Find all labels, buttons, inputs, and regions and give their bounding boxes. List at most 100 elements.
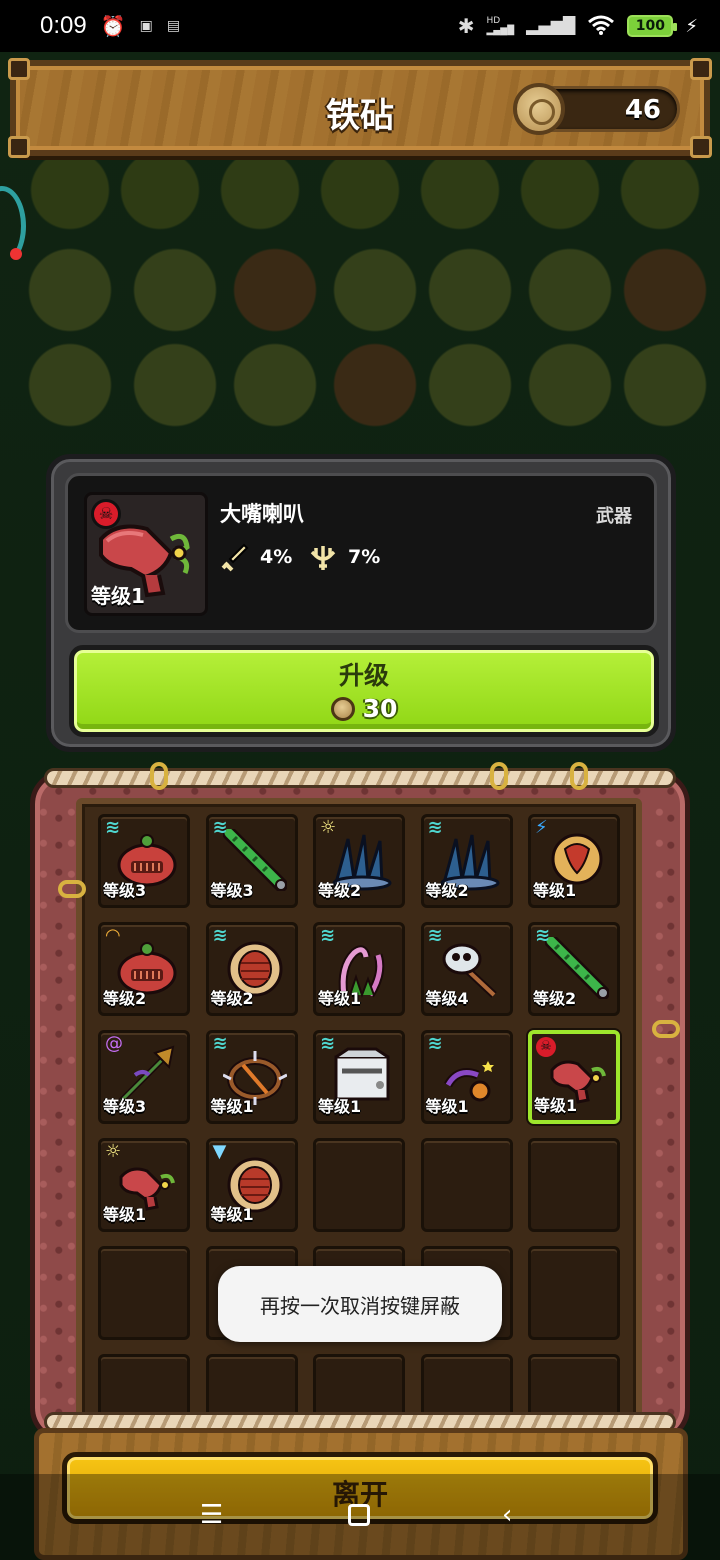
- attack-stat: 4%: [220, 542, 292, 572]
- slot-level: 等级1: [210, 1205, 254, 1224]
- inventory-slot[interactable]: ⚡ 等级1: [528, 814, 620, 908]
- ring-icon: [58, 880, 86, 898]
- nail-icon: [690, 58, 712, 80]
- slot-level: 等级1: [533, 881, 577, 900]
- ring-icon: [150, 762, 168, 790]
- upgrade-button[interactable]: 升级 30: [69, 645, 659, 737]
- wave-badge-icon: ≋: [320, 1033, 336, 1054]
- inventory-slot[interactable]: ≋ 等级3: [98, 814, 190, 908]
- wave-badge-icon: ≋: [212, 1033, 228, 1054]
- slot-level: 等级3: [103, 881, 147, 900]
- inventory-slot[interactable]: ≋ 等级2: [420, 814, 513, 908]
- inventory-slot[interactable]: ≋ 等级1: [313, 922, 405, 1016]
- skull-badge-icon: ☠: [91, 499, 121, 529]
- slot-level: 等级2: [533, 989, 577, 1008]
- hud-alert-dot: [10, 248, 22, 260]
- empty-inventory-slot[interactable]: [528, 1246, 620, 1340]
- inventory-slot[interactable]: ≋ 等级4: [420, 922, 513, 1016]
- inventory-slot[interactable]: ≋ 等级2: [205, 922, 298, 1016]
- item-name: 大嘴喇叭: [220, 502, 304, 526]
- status-time: 0:09: [40, 12, 87, 39]
- inventory-slot[interactable]: ◠ 等级2: [98, 922, 190, 1016]
- inventory-slot[interactable]: ≋ 等级3: [205, 814, 298, 908]
- inventory-slot[interactable]: ≋ 等级2: [528, 922, 620, 1016]
- inventory-slot[interactable]: ▼ 等级1: [205, 1138, 298, 1232]
- slot-level: 等级1: [103, 1205, 147, 1224]
- coin-icon: [330, 696, 355, 721]
- empty-inventory-slot[interactable]: [420, 1138, 513, 1232]
- inventory-slot[interactable]: ☼ 等级2: [313, 814, 405, 908]
- hd-signal-icon: HD ▂▄▆█: [486, 16, 515, 36]
- anvil-banner: 铁砧 46: [8, 58, 712, 158]
- wifi-icon: [587, 14, 615, 39]
- slot-level: 等级1: [534, 1096, 578, 1115]
- upgrade-cost: 30: [74, 694, 654, 723]
- attack-value: 4%: [260, 546, 293, 568]
- defense-stat: 7%: [308, 542, 380, 572]
- bluetooth-icon: ✱: [457, 14, 475, 38]
- charging-icon: ⚡: [685, 15, 698, 37]
- tornado-badge-icon: ▼: [212, 1141, 227, 1162]
- wave-badge-icon: ≋: [427, 817, 443, 838]
- slot-level: 等级2: [210, 989, 254, 1008]
- nail-icon: [8, 58, 30, 80]
- wave-badge-icon: ≋: [427, 1033, 443, 1054]
- slot-level: 等级3: [103, 1097, 147, 1116]
- sun-badge-icon: ☼: [320, 817, 337, 838]
- inventory-slot[interactable]: ☼ 等级1: [98, 1138, 190, 1232]
- sun-badge-icon: ☼: [105, 1141, 122, 1162]
- back-nav-icon[interactable]: ‹: [502, 1500, 512, 1530]
- wave-badge-icon: ≋: [320, 925, 336, 946]
- status-bar: 0:09 ⏰ ▣ ▤ ✱ HD ▂▄▆█ ▂▄▆█ 100 ⚡: [0, 0, 720, 52]
- wave-badge-icon: ≋: [535, 925, 551, 946]
- slot-level: 等级2: [318, 881, 362, 900]
- empty-inventory-slot[interactable]: [313, 1138, 405, 1232]
- hand-badge-icon: ◠: [105, 925, 121, 946]
- battery-level: 100: [635, 18, 665, 34]
- alarm-icon: ⏰: [100, 14, 126, 38]
- battery-icon: 100: [627, 15, 678, 37]
- item-info-card: ☠ 等级1 大嘴喇叭 武器 4% 7%: [65, 473, 657, 633]
- empty-inventory-slot[interactable]: [528, 1138, 620, 1232]
- defense-value: 7%: [348, 546, 381, 568]
- item-type: 武器: [596, 506, 632, 527]
- ring-icon: [490, 762, 508, 790]
- empty-inventory-slot[interactable]: [98, 1246, 190, 1340]
- nail-icon: [690, 136, 712, 158]
- menu-nav-icon[interactable]: ☰: [200, 1500, 223, 1530]
- wave-badge-icon: ≋: [427, 925, 443, 946]
- inventory-slot[interactable]: ≋ 等级1: [420, 1030, 513, 1124]
- app-notification-icon: ▣: [139, 18, 153, 34]
- skull-badge-icon: ☠: [536, 1036, 556, 1057]
- nail-icon: [8, 136, 30, 158]
- slot-level: 等级1: [318, 989, 362, 1008]
- coin-count: 46: [624, 95, 661, 125]
- slot-level: 等级1: [425, 1097, 469, 1116]
- slot-level: 等级4: [425, 989, 469, 1008]
- upgrade-cost-value: 30: [362, 694, 398, 723]
- inventory-slot[interactable]: ≋ 等级1: [313, 1030, 405, 1124]
- coin-counter: 46: [513, 83, 680, 135]
- coin-icon: [513, 83, 565, 135]
- wave-badge-icon: ≋: [105, 817, 121, 838]
- item-level: 等级1: [91, 584, 145, 608]
- trident-icon: [310, 546, 336, 570]
- slot-level: 等级1: [210, 1097, 254, 1116]
- wave-badge-icon: ≋: [212, 817, 228, 838]
- lightning-badge-icon: ⚡: [535, 817, 548, 838]
- slot-level: 等级2: [425, 881, 469, 900]
- item-thumbnail: ☠ 等级1: [84, 492, 208, 616]
- toast-message: 再按一次取消按键屏蔽: [218, 1266, 502, 1342]
- wave-badge-icon: ≋: [212, 925, 228, 946]
- gallery-notification-icon: ▤: [166, 18, 181, 34]
- item-detail-panel: ☠ 等级1 大嘴喇叭 武器 4% 7% 升级 30: [46, 454, 676, 752]
- game-screen: 0:09 ⏰ ▣ ▤ ✱ HD ▂▄▆█ ▂▄▆█ 100 ⚡ 铁砧 46 ☠ …: [0, 0, 720, 1560]
- home-nav-icon[interactable]: [348, 1504, 370, 1526]
- signal-icon: ▂▄▆█: [526, 16, 576, 35]
- inventory-slot[interactable]: ☠ 等级1: [528, 1030, 620, 1124]
- ring-icon: [570, 762, 588, 790]
- inventory-slot[interactable]: ≋ 等级1: [205, 1030, 298, 1124]
- slot-level: 等级3: [210, 881, 254, 900]
- inventory-slot[interactable]: @ 等级3: [98, 1030, 190, 1124]
- spiral-badge-icon: @: [105, 1033, 123, 1054]
